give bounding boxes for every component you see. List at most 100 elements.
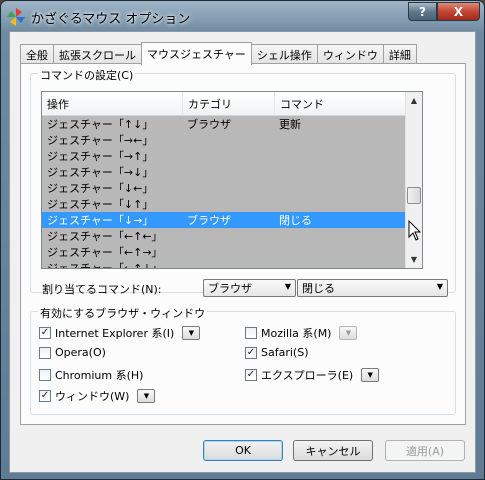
command-dropdown[interactable]: 閉じる ▼: [297, 279, 448, 297]
window-title: かざぐるマウス オプション: [31, 12, 191, 27]
gesture-category-cell: [183, 164, 275, 180]
scrollbar-thumb[interactable]: [407, 187, 421, 204]
gesture-command-cell: [275, 260, 407, 268]
gesture-operation-cell: ジェスチャー「→←」: [47, 134, 154, 147]
browser-window-label: 有効にするブラウザ・ウィンドウ: [38, 305, 208, 321]
gesture-row[interactable]: ジェスチャー「↑↓」 ブラウザ 更新: [42, 116, 407, 132]
gesture-command-cell: [275, 228, 407, 244]
gesture-row[interactable]: ジェスチャー「↓→」 ブラウザ 閉じる: [42, 212, 407, 228]
checkbox-explorer[interactable]: ✓ エクスプローラ(E) ▼: [245, 367, 380, 383]
cancel-button[interactable]: キャンセル: [293, 440, 373, 461]
checkbox-box[interactable]: [39, 369, 51, 381]
gesture-operation-cell: ジェスチャー「←↑→」: [47, 246, 163, 259]
gesture-operation-cell: ジェスチャー「←↑←」: [47, 230, 163, 243]
checkbox-window[interactable]: ✓ ウィンドウ(W) ▼: [39, 388, 156, 404]
scroll-down-icon[interactable]: ▼: [406, 251, 422, 268]
title-bar[interactable]: かざぐるマウス オプション ? X: [1, 1, 484, 31]
column-header-command[interactable]: コマンド: [275, 92, 407, 116]
gesture-operation-cell: ジェスチャー「↓→」: [47, 214, 154, 227]
tab-shell-operation[interactable]: シェル操作: [250, 44, 318, 64]
help-button[interactable]: ?: [408, 2, 437, 21]
gesture-command-cell: [275, 132, 407, 148]
checkbox-label: ウィンドウ(W): [55, 390, 130, 403]
command-settings-label: コマンドの設定(C): [38, 67, 136, 83]
list-header: 操作 カテゴリ コマンド: [42, 92, 407, 116]
ok-button[interactable]: OK: [203, 440, 283, 461]
browser-window-group: 有効にするブラウザ・ウィンドウ ✓ Internet Explorer 系(I) ▼…: [30, 305, 456, 415]
gesture-category-cell: ブラウザ: [187, 118, 231, 131]
checkbox-safari[interactable]: ✓ Safari(S): [245, 346, 308, 359]
gesture-category-cell: [183, 180, 275, 196]
gesture-row[interactable]: ジェスチャー「←↑←」: [42, 228, 407, 244]
gesture-operation-cell: ジェスチャー「↓←」: [47, 182, 154, 195]
apply-button[interactable]: 適用(A): [385, 440, 465, 461]
checkbox-label: エクスプローラ(E): [261, 369, 354, 382]
gesture-category-cell: [183, 196, 275, 212]
checkbox-box[interactable]: ✓: [39, 390, 51, 402]
gesture-command-cell: 閉じる: [279, 214, 312, 227]
gesture-row[interactable]: ジェスチャー「→←」: [42, 132, 407, 148]
tab-mouse-gesture[interactable]: マウスジェスチャー: [141, 42, 252, 65]
assign-command-label: 割り当てるコマンド(N):: [42, 283, 162, 296]
command-settings-group: コマンドの設定(C) 操作 カテゴリ コマンド ジェスチャー「↑↓」 ブラウザ 更新…: [30, 67, 456, 297]
mouse-pointer-icon: [408, 220, 422, 241]
dialog-client: 全般 拡張スクロール マウスジェスチャー シェル操作 ウィンドウ 詳細 コマンド…: [9, 31, 476, 473]
checkbox-box[interactable]: [39, 346, 51, 359]
gesture-operation-cell: ジェスチャー「→↓」: [47, 166, 154, 179]
list-rows: ジェスチャー「↑↓」 ブラウザ 更新 ジェスチャー「→←」 ジェスチャー「→↑」 ジェスチ…: [42, 116, 407, 269]
gesture-command-cell: [275, 164, 407, 180]
checkbox-box[interactable]: ✓: [39, 327, 51, 339]
gesture-row[interactable]: ジェスチャー「←↑→」: [42, 244, 407, 260]
gesture-operation-cell: ジェスチャー「←↑↓」: [47, 262, 163, 269]
options-dropdown-button[interactable]: ▼: [137, 389, 156, 403]
gesture-operation-cell: ジェスチャー「↑↓」: [47, 118, 154, 131]
tab-extended-scroll[interactable]: 拡張スクロール: [53, 44, 142, 64]
tab-details[interactable]: 詳細: [382, 44, 417, 64]
checkbox-chromium[interactable]: Chromium 系(H): [39, 367, 143, 383]
checkbox-box[interactable]: [245, 327, 257, 339]
gesture-operation-cell: ジェスチャー「↓↑」: [47, 198, 154, 211]
category-dropdown[interactable]: ブラウザ ▼: [203, 279, 296, 297]
gesture-row[interactable]: ジェスチャー「↓←」: [42, 180, 407, 196]
tab-general[interactable]: 全般: [20, 44, 54, 64]
checkbox-label: Chromium 系(H): [55, 369, 144, 382]
checkbox-label: Mozilla 系(M): [261, 327, 332, 340]
gesture-command-cell: [275, 244, 407, 260]
checkbox-ie[interactable]: ✓ Internet Explorer 系(I) ▼: [39, 325, 201, 341]
tab-strip: 全般 拡張スクロール マウスジェスチャー シェル操作 ウィンドウ 詳細: [20, 42, 417, 65]
gesture-row[interactable]: ジェスチャー「→↑」: [42, 148, 407, 164]
scroll-up-icon[interactable]: ▲: [406, 92, 422, 109]
gesture-row[interactable]: ジェスチャー「↓↑」: [42, 196, 407, 212]
gesture-row[interactable]: ジェスチャー「→↓」: [42, 164, 407, 180]
options-dropdown-button[interactable]: ▼: [339, 326, 358, 340]
checkbox-opera[interactable]: Opera(O): [39, 346, 106, 359]
category-dropdown-value: ブラウザ: [208, 282, 252, 295]
checkbox-mozilla[interactable]: Mozilla 系(M) ▼: [245, 325, 358, 341]
pinwheel-app-icon: [7, 8, 25, 26]
mouse-gesture-panel: コマンドの設定(C) 操作 カテゴリ コマンド ジェスチャー「↑↓」 ブラウザ 更新…: [20, 63, 466, 425]
gesture-command-cell: [275, 148, 407, 164]
options-window: かざぐるマウス オプション ? X 全般 拡張スクロール マウスジェスチャー シ…: [0, 0, 485, 480]
gesture-list[interactable]: 操作 カテゴリ コマンド ジェスチャー「↑↓」 ブラウザ 更新 ジェスチャー「→←」ジ…: [41, 91, 423, 269]
gesture-category-cell: [183, 148, 275, 164]
gesture-command-cell: 更新: [279, 118, 301, 131]
command-dropdown-value: 閉じる: [302, 282, 335, 295]
checkbox-label: Safari(S): [261, 346, 309, 359]
gesture-command-cell: [275, 180, 407, 196]
column-header-category[interactable]: カテゴリ: [183, 92, 275, 116]
close-button[interactable]: X: [437, 2, 480, 21]
chevron-down-icon: ▼: [284, 282, 291, 291]
gesture-category-cell: [183, 132, 275, 148]
column-header-operation[interactable]: 操作: [42, 92, 183, 116]
gesture-category-cell: [183, 228, 275, 244]
checkbox-label: Opera(O): [55, 346, 106, 359]
gesture-category-cell: [183, 260, 275, 268]
checkbox-box[interactable]: ✓: [245, 346, 257, 359]
gesture-row[interactable]: ジェスチャー「←↑↓」: [42, 260, 407, 269]
gesture-category-cell: [183, 244, 275, 260]
options-dropdown-button[interactable]: ▼: [182, 326, 201, 340]
gesture-operation-cell: ジェスチャー「→↑」: [47, 150, 154, 163]
checkbox-box[interactable]: ✓: [245, 369, 257, 381]
options-dropdown-button[interactable]: ▼: [361, 368, 380, 382]
tab-window[interactable]: ウィンドウ: [316, 44, 384, 64]
